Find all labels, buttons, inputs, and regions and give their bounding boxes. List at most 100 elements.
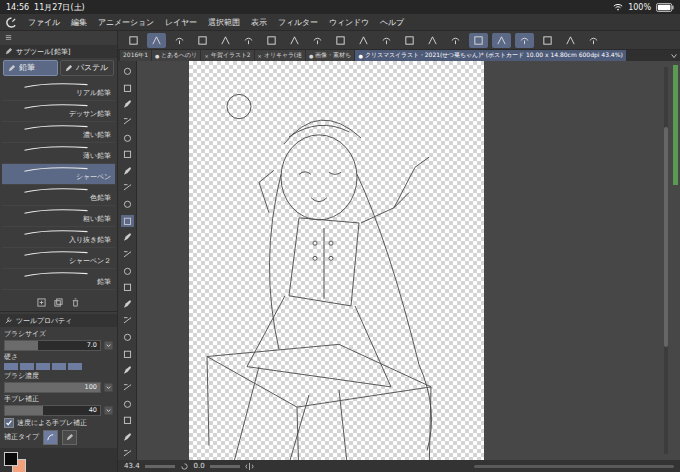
- rotate-icon[interactable]: [121, 98, 134, 111]
- gradient-icon[interactable]: [121, 331, 134, 344]
- command-button[interactable]: [124, 33, 143, 48]
- document-tab[interactable]: ●画像・素材ち: [306, 50, 354, 61]
- document-tab[interactable]: ●とあるへのリ: [152, 50, 200, 61]
- command-button[interactable]: [446, 33, 465, 48]
- ruler-icon[interactable]: [121, 381, 134, 394]
- command-button[interactable]: [170, 33, 189, 48]
- fill-icon[interactable]: [121, 314, 134, 327]
- horizontal-scrollbar[interactable]: [474, 465, 674, 468]
- dropdown-icon[interactable]: [104, 341, 113, 350]
- angle-slider[interactable]: [210, 465, 240, 468]
- main-color[interactable]: [4, 452, 18, 466]
- menu-item[interactable]: 選択範囲: [208, 17, 240, 28]
- text-icon[interactable]: [121, 398, 134, 411]
- pen-icon[interactable]: [121, 198, 134, 211]
- eyedropper-icon[interactable]: [121, 181, 134, 194]
- command-button[interactable]: [515, 33, 534, 48]
- color-icon[interactable]: [121, 447, 134, 460]
- command-button[interactable]: [285, 33, 304, 48]
- trash-icon[interactable]: [71, 298, 80, 307]
- tab-mark[interactable]: ×: [258, 53, 262, 59]
- vertical-scrollbar[interactable]: [664, 67, 668, 454]
- decoration-icon[interactable]: [121, 265, 134, 278]
- menu-item[interactable]: ヘルプ: [380, 17, 404, 28]
- tab-mark[interactable]: ●: [155, 53, 159, 59]
- command-button[interactable]: [423, 33, 442, 48]
- figure-icon[interactable]: [121, 348, 134, 361]
- checkbox[interactable]: [4, 418, 14, 428]
- hardness-step[interactable]: [20, 363, 34, 370]
- tab-list-icon[interactable]: [670, 52, 678, 60]
- subtool-item[interactable]: 薄い鉛筆: [2, 143, 115, 164]
- document-tab[interactable]: ×年賀イラスト2: [201, 50, 253, 61]
- command-button[interactable]: [308, 33, 327, 48]
- menu-item[interactable]: アニメーション: [98, 17, 154, 28]
- frame-icon[interactable]: [121, 364, 134, 377]
- command-button[interactable]: [400, 33, 419, 48]
- command-button[interactable]: [239, 33, 258, 48]
- dropdown-icon[interactable]: [104, 406, 113, 415]
- collapse-icon[interactable]: [4, 33, 13, 42]
- subtool-item[interactable]: 粗い鉛筆: [2, 206, 115, 227]
- subtool-group-tab[interactable]: 鉛筆: [3, 60, 58, 76]
- command-button[interactable]: [262, 33, 281, 48]
- hand-icon[interactable]: [121, 82, 134, 95]
- tab-mark[interactable]: ●: [358, 53, 362, 59]
- command-button[interactable]: [147, 33, 166, 48]
- hardness-selector[interactable]: [4, 363, 113, 370]
- subtool-item[interactable]: 濃い鉛筆: [2, 122, 115, 143]
- subtool-group-tab[interactable]: パステル: [60, 60, 115, 76]
- command-button[interactable]: [561, 33, 580, 48]
- menu-item[interactable]: 表示: [251, 17, 267, 28]
- brush-icon[interactable]: [121, 231, 134, 244]
- hardness-step[interactable]: [36, 363, 50, 370]
- eraser-icon[interactable]: [121, 281, 134, 294]
- zoom-value[interactable]: 43.4: [124, 462, 140, 470]
- type-option[interactable]: [62, 430, 77, 445]
- document-tab[interactable]: ●クリスマスイラスト・2021(せつ菜ちゃん)* (ポストカード 10.00 x…: [355, 50, 625, 61]
- property-slider[interactable]: 100: [4, 382, 101, 393]
- clip-studio-logo-icon[interactable]: [6, 17, 17, 28]
- tab-mark[interactable]: ×: [204, 53, 208, 59]
- correction-icon[interactable]: [121, 431, 134, 444]
- menu-item[interactable]: ウィンドウ: [329, 17, 369, 28]
- pencil-icon[interactable]: [121, 215, 134, 228]
- command-button[interactable]: [538, 33, 557, 48]
- property-slider[interactable]: 7.0: [4, 340, 101, 351]
- lasso-icon[interactable]: [121, 115, 134, 128]
- document-tab[interactable]: ×オリキャラ(迷: [255, 50, 306, 61]
- dropdown-icon[interactable]: [104, 383, 113, 392]
- hardness-step[interactable]: [68, 363, 82, 370]
- menu-item[interactable]: フィルター: [278, 17, 318, 28]
- hardness-step[interactable]: [4, 363, 18, 370]
- scroll-thumb[interactable]: [664, 127, 668, 347]
- subtool-item[interactable]: 鉛筆: [2, 269, 115, 290]
- tab-mark[interactable]: ●: [309, 53, 313, 59]
- canvas[interactable]: [189, 61, 484, 460]
- zoom-slider[interactable]: [145, 465, 175, 468]
- menu-item[interactable]: ファイル: [28, 17, 60, 28]
- subtool-item[interactable]: 色鉛筆: [2, 185, 115, 206]
- subtool-item[interactable]: シャーペン: [2, 164, 115, 185]
- property-checkbox-row[interactable]: 速度による手ブレ補正: [4, 418, 113, 428]
- command-button[interactable]: [377, 33, 396, 48]
- add-icon[interactable]: [37, 298, 46, 307]
- property-slider[interactable]: 40: [4, 405, 101, 416]
- angle-value[interactable]: 0.0: [194, 462, 205, 470]
- balloon-icon[interactable]: [121, 414, 134, 427]
- command-button[interactable]: [193, 33, 212, 48]
- subtool-item[interactable]: 入り抜き鉛筆: [2, 227, 115, 248]
- type-option[interactable]: [43, 430, 58, 445]
- rotate-icon[interactable]: [180, 462, 189, 471]
- command-button[interactable]: [469, 33, 488, 48]
- copy-icon[interactable]: [54, 298, 63, 307]
- command-button[interactable]: [584, 33, 603, 48]
- subtool-item[interactable]: デッサン鉛筆: [2, 101, 115, 122]
- selection-icon[interactable]: [121, 148, 134, 161]
- menu-item[interactable]: レイヤー: [165, 17, 197, 28]
- zoom-icon[interactable]: [121, 65, 134, 78]
- command-button[interactable]: [492, 33, 511, 48]
- move-icon[interactable]: [121, 132, 134, 145]
- hardness-step[interactable]: [52, 363, 66, 370]
- airbrush-icon[interactable]: [121, 248, 134, 261]
